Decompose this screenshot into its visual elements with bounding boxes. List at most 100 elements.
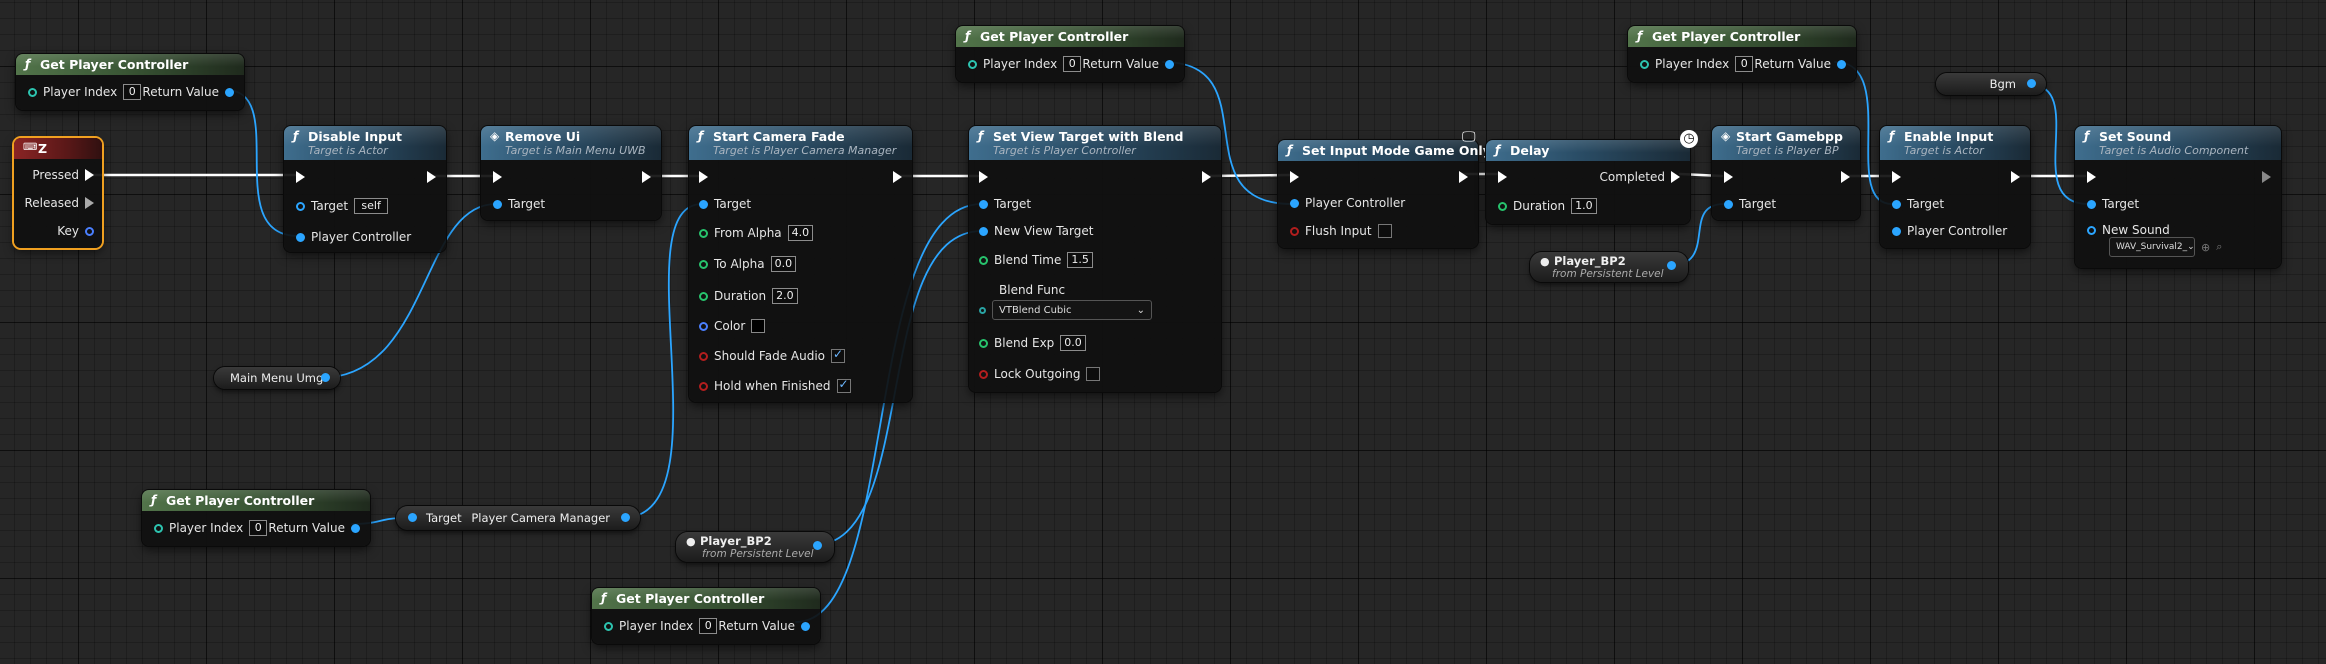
from-alpha-pin[interactable] <box>699 228 708 238</box>
player-index-value[interactable]: 0 <box>699 618 718 634</box>
return-value-pin[interactable] <box>1165 59 1174 69</box>
duration-value[interactable]: 2.0 <box>772 288 798 304</box>
target-pin[interactable] <box>2087 199 2096 209</box>
player-bp2-reference-node-1[interactable]: ● Player_BP2 from Persistent Level <box>676 532 834 562</box>
get-player-controller-node-1[interactable]: ƒ Get Player Controller Player Index 0 Ret… <box>16 54 244 110</box>
return-value-pin[interactable] <box>225 87 234 97</box>
player-controller-pin[interactable] <box>1892 226 1901 236</box>
get-player-controller-node-4[interactable]: ƒ Get Player Controller Player Index 0 Ret… <box>142 490 370 546</box>
exec-in-pin[interactable] <box>699 171 708 183</box>
start-camera-fade-node[interactable]: ƒ Start Camera Fade Target is Player Camer… <box>689 126 912 402</box>
exec-in-pin[interactable] <box>1892 171 1901 183</box>
color-swatch[interactable] <box>751 319 766 333</box>
exec-in-pin[interactable] <box>296 171 305 183</box>
return-value-pin[interactable] <box>351 523 360 533</box>
exec-in-pin[interactable] <box>1290 171 1299 183</box>
exec-out-pin[interactable] <box>1202 171 1211 183</box>
exec-out-pin[interactable] <box>1841 171 1850 183</box>
player-camera-manager-pin[interactable] <box>621 513 630 522</box>
blend-exp-value[interactable]: 0.0 <box>1060 335 1086 351</box>
key-pin[interactable] <box>85 226 94 236</box>
exec-out-pin[interactable] <box>1459 171 1468 183</box>
blueprint-graph-canvas[interactable]: ƒ Get Player Controller Player Index 0 Ret… <box>0 0 2326 664</box>
exec-in-pin[interactable] <box>1724 171 1733 183</box>
exec-in-pin[interactable] <box>979 171 988 183</box>
from-alpha-value[interactable]: 4.0 <box>787 225 814 241</box>
browse-icon[interactable]: ⊕ <box>2201 241 2210 254</box>
released-exec-pin[interactable] <box>85 197 94 209</box>
disable-input-node[interactable]: ƒ Disable Input Target is Actor Target self… <box>284 126 446 252</box>
main-menu-umg-variable-node[interactable]: Main Menu Umg <box>214 367 340 389</box>
target-pin[interactable] <box>699 199 708 209</box>
remove-ui-node[interactable]: ◈ Remove Ui Target is Main Menu UWB Target <box>481 126 661 220</box>
player-index-value[interactable]: 0 <box>1063 56 1082 72</box>
set-sound-node[interactable]: ƒ Set Sound Target is Audio Component Targ… <box>2075 126 2281 268</box>
should-fade-audio-pin[interactable] <box>699 351 708 361</box>
start-gamebpp-node[interactable]: ◈ Start Gamebpp Target is Player BP Target <box>1712 126 1860 220</box>
delay-node[interactable]: ƒ Delay Completed Duration 1.0 <box>1486 140 1690 224</box>
blend-func-dropdown[interactable]: VTBlend Cubic ⌄ <box>992 300 1152 320</box>
exec-out-pin[interactable] <box>2262 171 2271 183</box>
target-pin[interactable] <box>1724 199 1733 209</box>
lock-outgoing-checkbox[interactable] <box>1086 367 1101 381</box>
blend-time-pin[interactable] <box>979 255 988 265</box>
duration-value[interactable]: 1.0 <box>1571 198 1597 214</box>
target-pin[interactable] <box>296 201 305 211</box>
new-sound-asset-dropdown[interactable]: WAV_Survival2_ ⌄ <box>2109 237 2195 257</box>
player-index-pin[interactable] <box>28 87 37 97</box>
player-bp2-reference-node-2[interactable]: ● Player_BP2 from Persistent Level <box>1530 252 1688 282</box>
player-index-pin[interactable] <box>604 621 613 631</box>
player-controller-pin[interactable] <box>1290 198 1299 208</box>
hold-when-finished-checkbox[interactable] <box>836 377 851 393</box>
get-player-controller-node-2[interactable]: ƒ Get Player Controller Player Index 0 Ret… <box>956 26 1184 82</box>
exec-out-pin[interactable] <box>893 171 902 183</box>
flush-input-pin[interactable] <box>1290 226 1299 236</box>
target-self-value[interactable]: self <box>354 198 389 214</box>
blend-time-value[interactable]: 1.5 <box>1067 252 1093 268</box>
player-index-pin[interactable] <box>1640 59 1649 69</box>
player-index-pin[interactable] <box>154 523 163 533</box>
main-menu-umg-output-pin[interactable] <box>321 373 330 382</box>
lock-outgoing-pin[interactable] <box>979 369 988 379</box>
player-controller-pin[interactable] <box>296 232 305 242</box>
get-player-camera-manager-node[interactable]: Target Player Camera Manager <box>396 506 640 530</box>
exec-in-pin[interactable] <box>2087 171 2096 183</box>
player-index-value[interactable]: 0 <box>1735 56 1754 72</box>
player-index-value[interactable]: 0 <box>249 520 268 536</box>
player-bp2-output-pin[interactable] <box>813 541 822 550</box>
should-fade-audio-checkbox[interactable] <box>831 347 846 363</box>
to-alpha-pin[interactable] <box>699 259 708 269</box>
return-value-pin[interactable] <box>1837 59 1846 69</box>
exec-in-pin[interactable] <box>1498 171 1507 183</box>
exec-in-pin[interactable] <box>493 171 502 183</box>
target-pin[interactable] <box>1892 199 1901 209</box>
target-pin[interactable] <box>408 513 417 522</box>
exec-out-pin[interactable] <box>642 171 651 183</box>
target-pin[interactable] <box>493 199 502 209</box>
blend-func-pin[interactable] <box>979 306 986 314</box>
pressed-exec-pin[interactable] <box>85 169 94 181</box>
blend-exp-pin[interactable] <box>979 338 988 348</box>
get-player-controller-node-5[interactable]: ƒ Get Player Controller Player Index 0 Ret… <box>592 588 820 644</box>
player-index-pin[interactable] <box>968 59 977 69</box>
set-input-mode-game-only-node[interactable]: ƒ Set Input Mode Game Only Player Control… <box>1278 140 1491 248</box>
return-value-pin[interactable] <box>801 621 810 631</box>
color-pin[interactable] <box>699 321 708 331</box>
player-bp2-output-pin[interactable] <box>1667 261 1676 270</box>
search-icon[interactable]: ⌕ <box>2216 240 2222 254</box>
exec-out-pin[interactable] <box>427 171 436 183</box>
duration-pin[interactable] <box>1498 201 1507 211</box>
to-alpha-value[interactable]: 0.0 <box>770 256 797 272</box>
player-index-value[interactable]: 0 <box>123 84 142 100</box>
z-key-event-node[interactable]: ⌨ Z Pressed Released Key <box>14 138 102 248</box>
target-pin[interactable] <box>979 199 988 209</box>
get-player-controller-node-3[interactable]: ƒ Get Player Controller Player Index 0 Ret… <box>1628 26 1856 82</box>
bgm-variable-node[interactable]: Bgm <box>1936 73 2046 95</box>
exec-out-pin[interactable] <box>2011 171 2020 183</box>
set-view-target-with-blend-node[interactable]: ƒ Set View Target with Blend Target is Pla… <box>969 126 1221 392</box>
new-sound-pin[interactable] <box>2087 225 2096 235</box>
completed-exec-pin[interactable] <box>1671 171 1680 183</box>
enable-input-node[interactable]: ƒ Enable Input Target is Actor Target Play… <box>1880 126 2030 248</box>
bgm-output-pin[interactable] <box>2027 79 2036 88</box>
flush-input-checkbox[interactable] <box>1377 224 1392 238</box>
